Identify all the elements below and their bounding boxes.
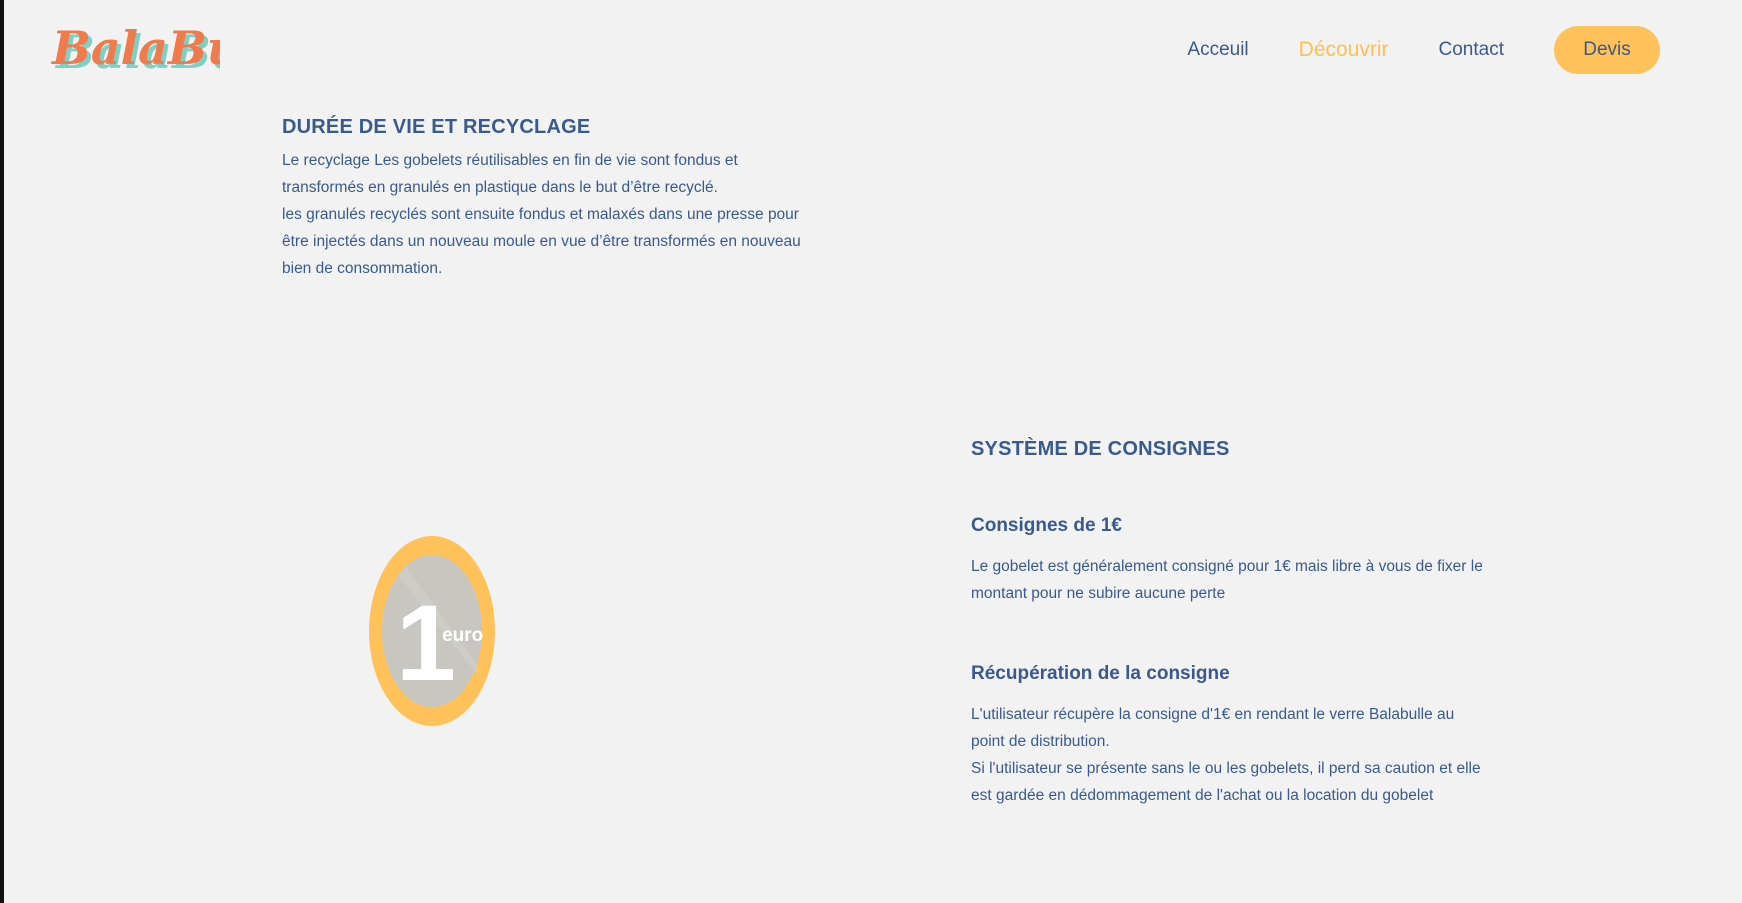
nav-link-acceuil[interactable]: Acceuil bbox=[1187, 26, 1248, 74]
balabulle-logo[interactable]: BalaBulle BalaBulle bbox=[50, 10, 220, 85]
deposit-title: SYSTÈME DE CONSIGNES bbox=[971, 438, 1230, 460]
deposit-section: SYSTÈME DE CONSIGNES Consignes de 1€ Le … bbox=[971, 438, 1491, 809]
main-nav: Acceuil Découvrir Contact Devis bbox=[1187, 26, 1660, 74]
coin-unit: euro bbox=[442, 625, 483, 646]
deposit-amount-heading: Consignes de 1€ bbox=[971, 515, 1122, 536]
recycling-paragraph-1: Le recyclage Les gobelets réutilisables … bbox=[282, 152, 738, 196]
recycling-title: DURÉE DE VIE ET RECYCLAGE bbox=[282, 116, 591, 138]
deposit-recovery-heading: Récupération de la consigne bbox=[971, 663, 1230, 684]
deposit-block-amount: Consignes de 1€ Le gobelet est généralem… bbox=[971, 515, 1491, 607]
recycling-section: DURÉE DE VIE ET RECYCLAGE Le recyclage L… bbox=[282, 116, 802, 282]
left-edge-bar bbox=[0, 0, 4, 903]
one-euro-coin-icon: 1 euro bbox=[369, 536, 495, 726]
deposit-block-recovery: Récupération de la consigne L'utilisateu… bbox=[971, 663, 1491, 809]
nav-link-contact[interactable]: Contact bbox=[1439, 26, 1504, 74]
devis-button[interactable]: Devis bbox=[1554, 26, 1660, 74]
recycling-paragraph-2: les granulés recyclés sont ensuite fondu… bbox=[282, 206, 801, 277]
deposit-recovery-text-1: L'utilisateur récupère la consigne d'1€ … bbox=[971, 706, 1455, 750]
deposit-recovery-text-2: Si l'utilisateur se présente sans le ou … bbox=[971, 760, 1481, 804]
deposit-amount-text: Le gobelet est généralement consigné pou… bbox=[971, 558, 1483, 602]
logo-text: BalaBulle bbox=[50, 21, 220, 75]
nav-link-decouvrir[interactable]: Découvrir bbox=[1299, 26, 1389, 74]
